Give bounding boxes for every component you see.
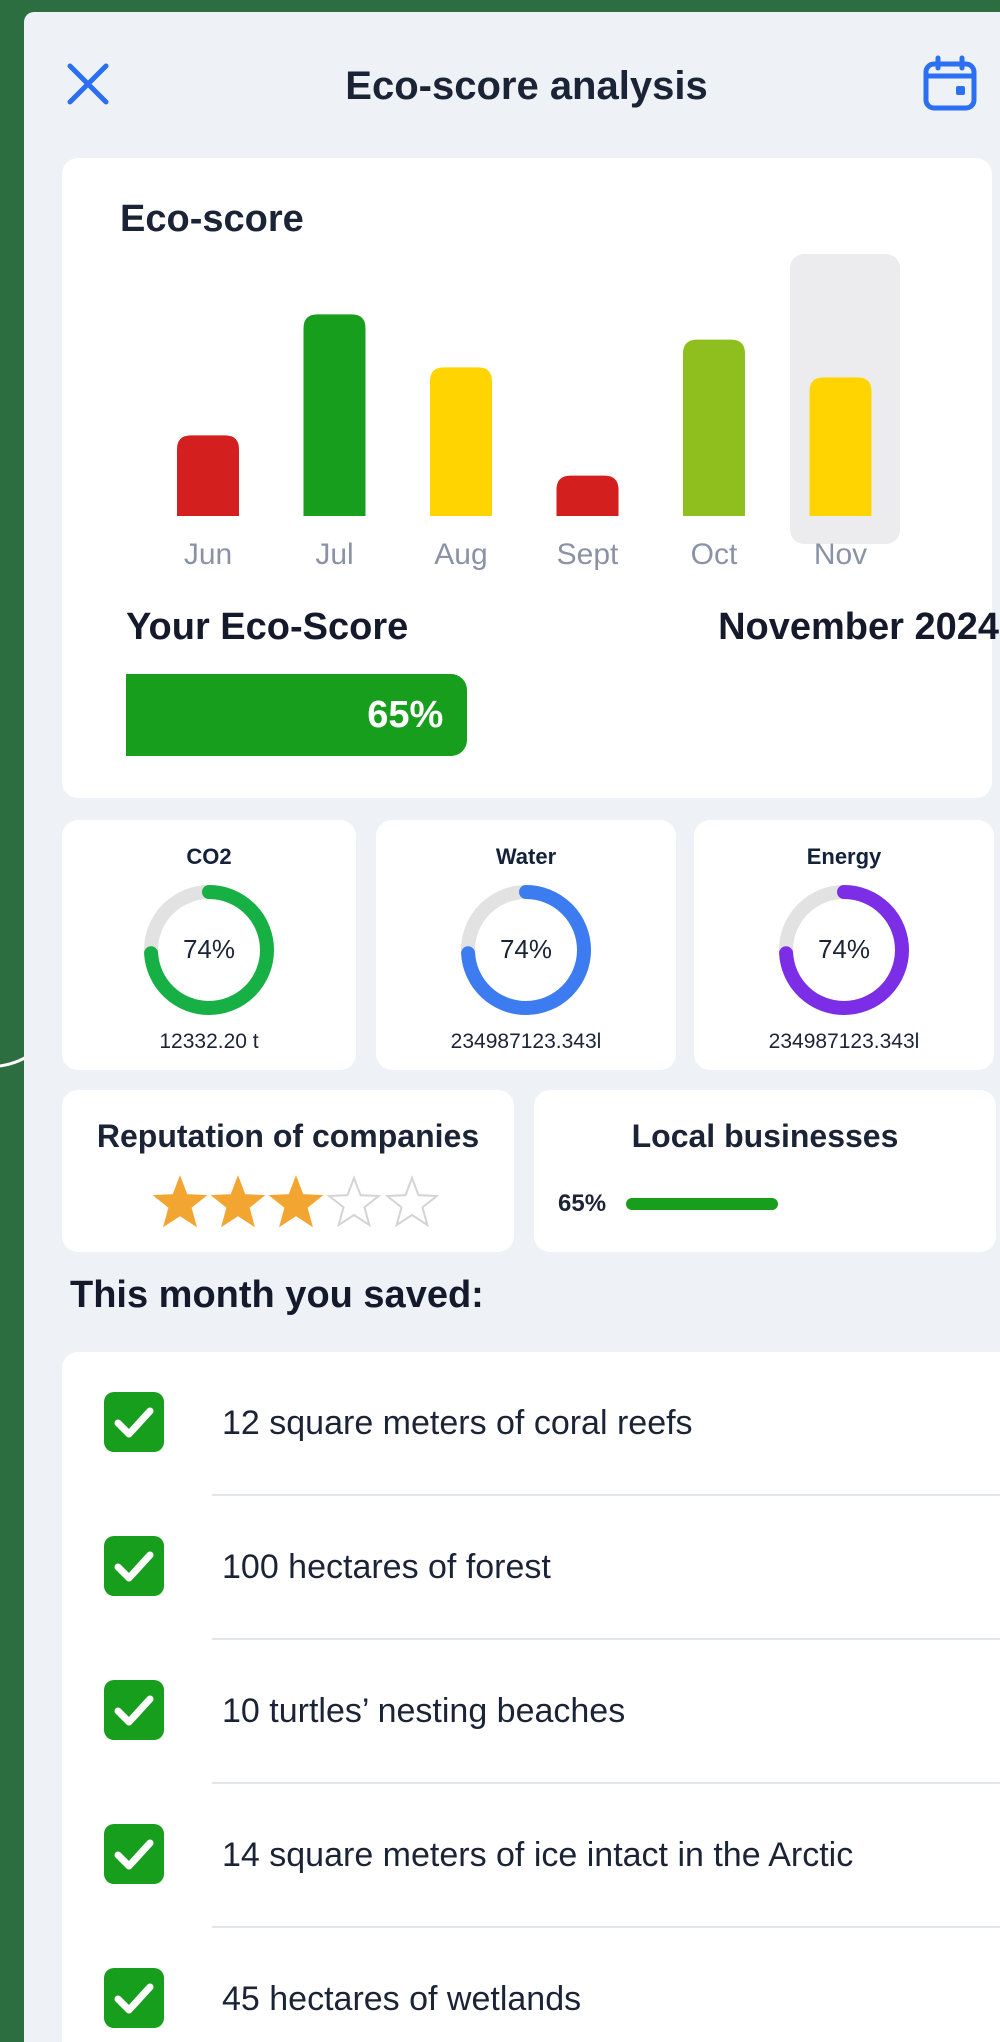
calendar-button[interactable] (918, 52, 982, 116)
water-label: Water (495, 844, 557, 869)
app-screen: Eco-score analysis Eco-score Jun Jul Aug Se… (24, 12, 1000, 2042)
local-businesses-bar-fill (626, 1198, 779, 1210)
star-empty-icon (326, 1175, 382, 1228)
co2-value: 12332.20 t (159, 1030, 259, 1053)
local-businesses-card[interactable]: Local businesses 65% (534, 1090, 996, 1252)
tick-label-aug: Aug (434, 538, 487, 571)
tick-label-sept: Sept (557, 538, 619, 571)
checkbox-checked-icon[interactable] (102, 1678, 166, 1742)
star-filled-icon (268, 1175, 324, 1228)
checkbox-checked-icon[interactable] (102, 1534, 166, 1598)
bar-aug[interactable] (430, 367, 492, 516)
local-businesses-percent: 65% (558, 1190, 607, 1217)
calendar-icon (923, 55, 977, 111)
eco-score-bar: 65% (126, 674, 651, 756)
bar-jun[interactable] (177, 435, 239, 516)
water-value: 234987123.343l (450, 1030, 602, 1053)
list-item-text: 12 square meters of coral reefs (222, 1404, 693, 1442)
bar-nov[interactable] (809, 377, 872, 516)
energy-label: Energy (806, 844, 882, 869)
co2-label: CO2 (186, 844, 232, 869)
eco-score-chart: Jun Jul Aug Sept Oct Nov (177, 314, 872, 571)
list-item[interactable]: 10 turtles’ nesting beaches (62, 1640, 1000, 1784)
star-filled-icon (152, 1175, 208, 1228)
checkbox-checked-icon[interactable] (102, 1822, 166, 1886)
energy-percent: 74% (817, 934, 871, 964)
bar-jul[interactable] (303, 314, 366, 516)
bar-oct[interactable] (683, 339, 745, 516)
co2-card[interactable]: CO2 74% 12332.20 t (62, 820, 356, 1070)
water-card[interactable]: Water 74% 234987123.343l (376, 820, 676, 1070)
reputation-title: Reputation of companies (96, 1118, 480, 1154)
tick-label-jun: Jun (184, 538, 232, 571)
energy-card[interactable]: Energy 74% 234987123.343l (694, 820, 994, 1070)
co2-percent: 74% (182, 934, 236, 964)
checkbox-checked-icon[interactable] (102, 1390, 166, 1454)
list-item-text: 14 square meters of ice intact in the Ar… (222, 1836, 854, 1874)
water-percent: 74% (499, 934, 553, 964)
list-item-text: 10 turtles’ nesting beaches (222, 1692, 626, 1730)
tick-label-nov: Nov (814, 538, 867, 571)
list-item[interactable]: 100 hectares of forest (62, 1496, 1000, 1640)
tick-label-jul: Jul (315, 538, 353, 571)
reputation-card[interactable]: Reputation of companies (62, 1090, 514, 1252)
checkbox-checked-icon[interactable] (102, 1966, 166, 2030)
eco-score-card: Eco-score Jun Jul Aug Sept Oct Nov Your Eco-S… (62, 158, 999, 798)
page-title: Eco-score analysis (345, 64, 708, 108)
header: Eco-score analysis (24, 12, 1000, 152)
eco-score-month: November 2024 (718, 606, 999, 648)
saved-list: 12 square meters of coral reefs 100 hect… (62, 1352, 1000, 2042)
energy-value: 234987123.343l (768, 1030, 920, 1053)
bar-sept[interactable] (556, 475, 619, 516)
list-item[interactable]: 14 square meters of ice intact in the Ar… (62, 1784, 1000, 1928)
list-item[interactable]: 45 hectares of wetlands (62, 1928, 1000, 2042)
rating-stars (152, 1175, 440, 1228)
eco-score-percent: 65% (367, 693, 444, 736)
star-empty-icon (384, 1175, 440, 1228)
eco-score-heading: Your Eco-Score (126, 606, 409, 648)
star-filled-icon (210, 1175, 266, 1228)
tick-label-oct: Oct (691, 538, 738, 571)
list-item-text: 45 hectares of wetlands (222, 1980, 582, 2018)
eco-score-bar-fill: 65% (126, 674, 468, 756)
list-item-text: 100 hectares of forest (222, 1548, 551, 1586)
list-item[interactable]: 12 square meters of coral reefs (62, 1352, 1000, 1496)
local-businesses-bar (626, 1198, 860, 1210)
local-businesses-title: Local businesses (631, 1118, 899, 1154)
saved-heading: This month you saved: (70, 1274, 484, 1316)
